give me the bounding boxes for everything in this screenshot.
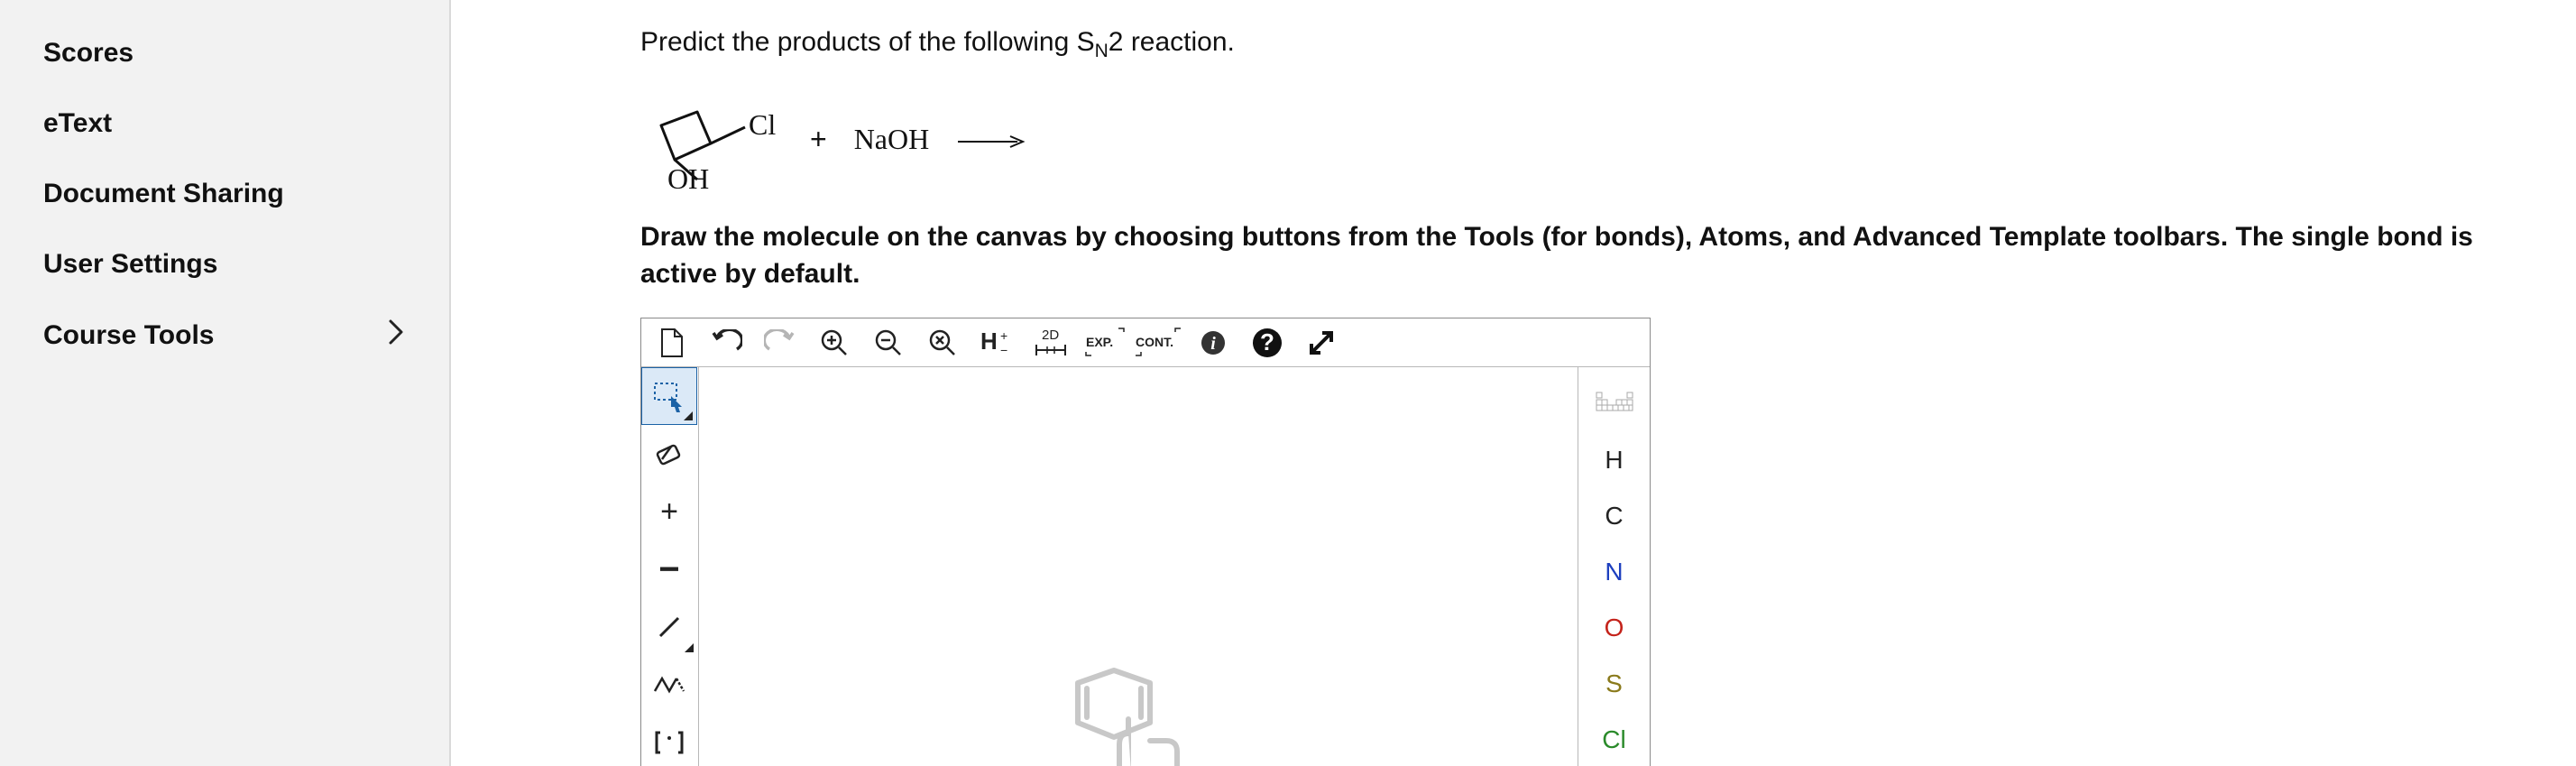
undo-button[interactable]	[699, 319, 753, 366]
single-bond-tool[interactable]	[641, 598, 697, 656]
svg-text:EXP.: EXP.	[1086, 335, 1113, 349]
zoom-in-button[interactable]	[807, 319, 861, 366]
atom-label: Cl	[1602, 725, 1625, 754]
charge-minus-tool[interactable]: −	[641, 540, 697, 598]
atom-h-button[interactable]: H	[1579, 432, 1650, 488]
reaction-plus: +	[810, 123, 827, 156]
hydrogen-toggle-button[interactable]: H+−	[970, 319, 1024, 366]
chevron-right-icon	[388, 319, 404, 352]
atom-s-button[interactable]: S	[1579, 656, 1650, 712]
svg-text:i: i	[1210, 334, 1216, 354]
zoom-fit-button[interactable]	[915, 319, 970, 366]
marquee-select-tool[interactable]	[641, 367, 697, 425]
sidebar-item-document-sharing[interactable]: Document Sharing	[0, 159, 449, 229]
atom-c-button[interactable]: C	[1579, 488, 1650, 544]
contract-button[interactable]: CONT.	[1132, 319, 1186, 366]
atom-label: N	[1605, 558, 1623, 586]
question-suffix: 2 reaction.	[1109, 27, 1235, 57]
molecule-editor: H+− 2D EXP. CONT.	[640, 318, 1651, 766]
atom-cl-button[interactable]: Cl	[1579, 712, 1650, 766]
sidebar-item-etext[interactable]: eText	[0, 88, 449, 159]
reaction-row: Cl OH + NaOH	[648, 98, 2522, 180]
reagent-naoh: NaOH	[854, 123, 930, 156]
instruction-text: Draw the molecule on the canvas by choos…	[640, 219, 2522, 292]
submenu-indicator-icon	[685, 643, 694, 652]
view-2d-button[interactable]: 2D	[1024, 319, 1078, 366]
atom-label: C	[1605, 502, 1623, 531]
help-button[interactable]: ?	[1240, 319, 1294, 366]
main-content: Predict the products of the following SN…	[451, 0, 2576, 766]
sidebar-item-label: Course Tools	[43, 320, 214, 351]
new-document-button[interactable]	[645, 319, 699, 366]
sidebar-item-label: eText	[43, 108, 112, 139]
question-prefix: Predict the products of the following S	[640, 27, 1095, 57]
sidebar-item-label: User Settings	[43, 249, 217, 280]
atom-n-button[interactable]: N	[1579, 544, 1650, 600]
atom-o-button[interactable]: O	[1579, 600, 1650, 656]
svg-text:?: ?	[1260, 328, 1274, 355]
chain-tool[interactable]	[641, 656, 697, 714]
svg-text:OH: OH	[667, 162, 709, 189]
top-toolbar: H+− 2D EXP. CONT.	[641, 318, 1650, 367]
plus-icon: +	[660, 494, 678, 530]
redo-button[interactable]	[753, 319, 807, 366]
sidebar-item-course-tools[interactable]: Course Tools	[0, 300, 449, 372]
sidebar-item-label: Scores	[43, 38, 133, 69]
sidebar-item-scores[interactable]: Scores	[0, 18, 449, 88]
reaction-arrow	[956, 119, 1028, 160]
svg-text:H: H	[980, 328, 998, 355]
left-toolbar: + − •	[641, 367, 699, 766]
question-text: Predict the products of the following SN…	[640, 27, 2522, 62]
expand-button[interactable]: EXP.	[1078, 319, 1132, 366]
canvas-watermark-icon	[1042, 665, 1204, 766]
svg-text:Cl: Cl	[749, 108, 776, 141]
atom-label: S	[1605, 669, 1623, 698]
bracket-tool[interactable]	[641, 714, 697, 766]
atom-label: O	[1605, 614, 1624, 642]
info-button[interactable]: i	[1186, 319, 1240, 366]
svg-text:2D: 2D	[1042, 328, 1059, 343]
fullscreen-button[interactable]	[1294, 319, 1348, 366]
charge-plus-tool[interactable]: +	[641, 483, 697, 540]
atom-label: H	[1605, 446, 1623, 475]
submenu-indicator-icon	[684, 411, 693, 420]
periodic-table-button[interactable]	[1579, 376, 1650, 432]
drawing-canvas[interactable]	[699, 367, 1578, 766]
zoom-out-button[interactable]	[861, 319, 915, 366]
svg-text:−: −	[1000, 343, 1007, 357]
editor-body: + − •	[641, 367, 1650, 766]
svg-text:+: +	[1000, 328, 1007, 343]
sidebar: Scores eText Document Sharing User Setti…	[0, 0, 451, 766]
reagent-structure: Cl OH	[648, 98, 783, 180]
erase-tool[interactable]	[641, 425, 697, 483]
question-sub: N	[1095, 41, 1109, 61]
minus-icon: −	[658, 549, 679, 590]
right-toolbar: H C N O S Cl Br	[1578, 367, 1650, 766]
sidebar-item-user-settings[interactable]: User Settings	[0, 229, 449, 300]
sidebar-item-label: Document Sharing	[43, 179, 284, 209]
app-root: Scores eText Document Sharing User Setti…	[0, 0, 2576, 766]
svg-text:CONT.: CONT.	[1136, 335, 1173, 349]
